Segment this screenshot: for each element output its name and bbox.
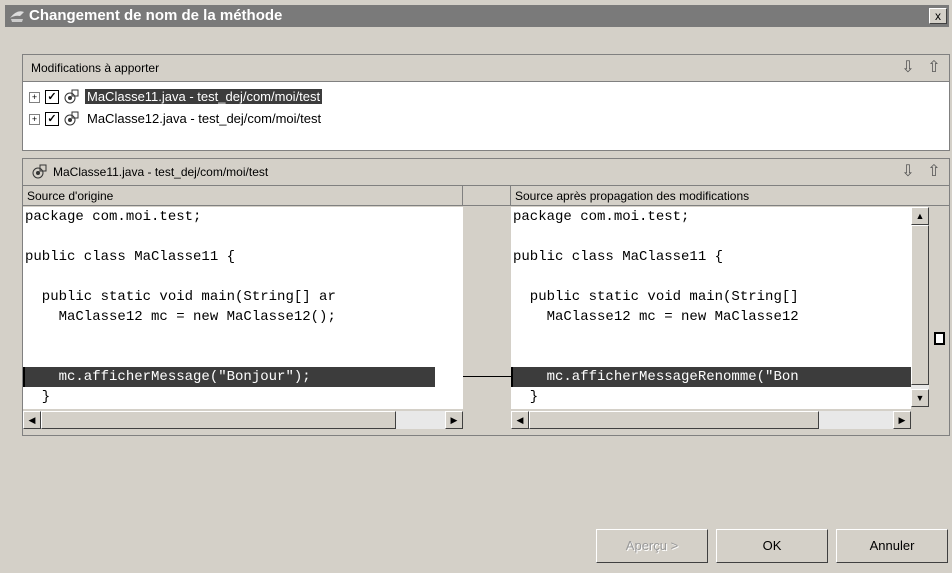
code-line: package com.moi.test;: [513, 209, 690, 225]
original-source-view[interactable]: package com.moi.test; public class MaCla…: [23, 207, 463, 409]
code-line: }: [513, 389, 539, 405]
preview-button[interactable]: Aperçu >: [596, 529, 708, 563]
overview-ruler-marker: [934, 332, 945, 345]
down-arrow-icon[interactable]: ⇩: [899, 163, 917, 181]
right-horizontal-scrollbar[interactable]: ◀ ▶: [511, 411, 911, 429]
compare-panel-title: MaClasse11.java - test_dej/com/moi/test: [53, 165, 269, 179]
scroll-thumb[interactable]: [529, 411, 819, 429]
tree-item-label: MaClasse11.java - test_dej/com/moi/test: [85, 89, 323, 104]
scroll-left-button[interactable]: ◀: [511, 411, 529, 429]
modified-source-view[interactable]: package com.moi.test; public class MaCla…: [511, 207, 911, 409]
scroll-right-button[interactable]: ▶: [893, 411, 911, 429]
scroll-left-button[interactable]: ◀: [23, 411, 41, 429]
java-file-icon: [64, 89, 79, 104]
left-column-header: Source d'origine: [23, 186, 463, 206]
checkbox[interactable]: ✓: [45, 112, 59, 126]
down-arrow-icon[interactable]: ⇩: [899, 59, 917, 77]
up-arrow-icon[interactable]: ⇧: [925, 163, 943, 181]
scroll-down-button[interactable]: ▼: [911, 389, 929, 407]
diff-gutter: [463, 207, 511, 435]
code-line: MaClasse12 mc = new MaClasse12: [513, 309, 799, 325]
checkbox[interactable]: ✓: [45, 90, 59, 104]
app-icon: [10, 11, 24, 22]
code-line: }: [25, 389, 51, 405]
window-title: Changement de nom de la méthode: [29, 7, 283, 24]
java-file-icon: [32, 164, 47, 179]
scroll-thumb[interactable]: [911, 225, 929, 385]
cancel-button[interactable]: Annuler: [836, 529, 948, 563]
scroll-thumb[interactable]: [41, 411, 396, 429]
ok-button[interactable]: OK: [716, 529, 828, 563]
scroll-up-button[interactable]: ▲: [911, 207, 929, 225]
changes-panel: Modifications à apporter ⇩ ⇧ + ✓ MaClass…: [22, 54, 950, 151]
code-line: public static void main(String[]: [513, 289, 799, 305]
close-button[interactable]: x: [929, 8, 947, 24]
right-vertical-scrollbar[interactable]: ▲ ▼: [911, 207, 929, 407]
code-line: public class MaClasse11 {: [513, 249, 724, 265]
changes-panel-title: Modifications à apporter: [31, 61, 160, 75]
diff-connector: [463, 376, 511, 377]
compare-panel-header: MaClasse11.java - test_dej/com/moi/test …: [23, 159, 949, 186]
right-column-header: Source après propagation des modificatio…: [511, 186, 949, 206]
code-line-highlighted: mc.afficherMessageRenomme("Bon: [513, 369, 799, 385]
code-line: MaClasse12 mc = new MaClasse12();: [25, 309, 336, 325]
scroll-right-button[interactable]: ▶: [445, 411, 463, 429]
java-file-icon: [64, 111, 79, 126]
code-line-highlighted: mc.afficherMessage("Bonjour");: [25, 369, 311, 385]
expand-icon[interactable]: +: [29, 92, 40, 103]
compare-panel: MaClasse11.java - test_dej/com/moi/test …: [22, 158, 950, 436]
code-line: package com.moi.test;: [25, 209, 202, 225]
expand-icon[interactable]: +: [29, 114, 40, 125]
rename-method-dialog: Changement de nom de la méthode x Modifi…: [0, 0, 952, 573]
changes-panel-header: Modifications à apporter ⇩ ⇧: [23, 55, 949, 82]
center-column-header: [463, 186, 511, 206]
title-bar: Changement de nom de la méthode x: [5, 5, 949, 27]
code-line: public static void main(String[] ar: [25, 289, 336, 305]
left-horizontal-scrollbar[interactable]: ◀ ▶: [23, 411, 463, 429]
up-arrow-icon[interactable]: ⇧: [925, 59, 943, 77]
code-line: public class MaClasse11 {: [25, 249, 236, 265]
tree-item-label: MaClasse12.java - test_dej/com/moi/test: [87, 111, 322, 126]
